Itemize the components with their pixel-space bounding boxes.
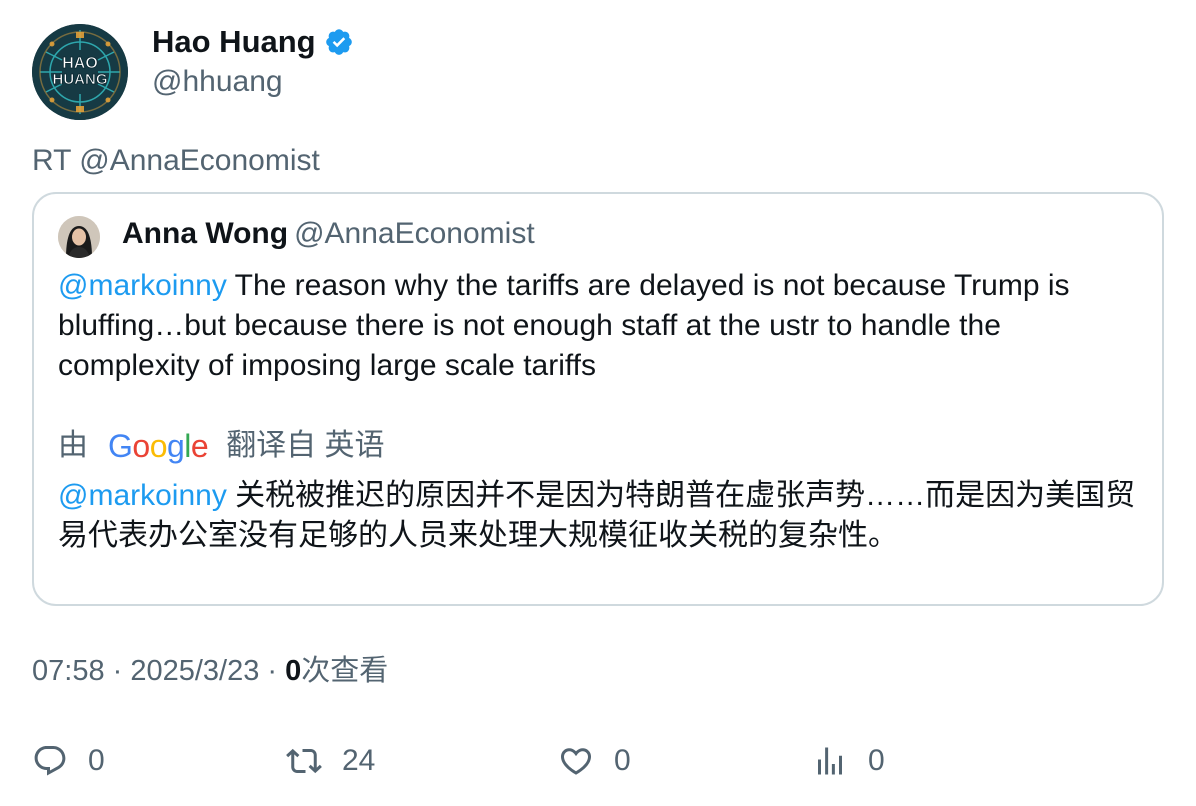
views-action-count: 0	[868, 744, 885, 777]
analytics-icon	[818, 747, 842, 775]
translation-attribution: 由 Google 翻译自 英语	[58, 426, 385, 466]
translated-text: @markoinny 关税被推迟的原因并不是因为特朗普在虚张声势……而是因为美国…	[58, 476, 1148, 556]
quoted-tweet-text: @markoinny The reason why the tariffs ar…	[58, 266, 1148, 386]
retweet-icon	[286, 748, 322, 774]
retweet-text: RT @AnnaEconomist	[32, 144, 320, 177]
author-name-row: Hao Huang	[152, 24, 354, 60]
mention-link[interactable]: @markoinny	[58, 269, 227, 302]
retweet-button[interactable]: 24	[286, 738, 375, 784]
quoted-tweet-card[interactable]: Anna Wong @AnnaEconomist @markoinny The r…	[32, 192, 1164, 606]
avatar-text-line1: HAO	[62, 55, 98, 72]
author-display-name[interactable]: Hao Huang	[152, 24, 316, 60]
quoted-author-name[interactable]: Anna Wong	[122, 217, 288, 250]
avatar-text-line2: HUANG	[53, 71, 108, 88]
quoted-author-avatar[interactable]	[58, 216, 100, 258]
reply-button[interactable]: 0	[32, 738, 105, 784]
like-button[interactable]: 0	[558, 738, 631, 784]
views-button[interactable]: 0	[812, 738, 885, 784]
views-count: 0	[285, 655, 302, 687]
translation-prefix: 由	[58, 429, 88, 462]
translation-suffix: 翻译自 英语	[226, 429, 385, 462]
avatar-graphic: HAO HUANG	[32, 24, 128, 120]
quoted-avatar-graphic	[58, 216, 100, 258]
quoted-tweet-header: Anna Wong @AnnaEconomist	[122, 216, 535, 257]
translated-mention-link[interactable]: @markoinny	[58, 479, 227, 512]
meta-separator: ·	[259, 655, 286, 687]
retweet-count: 24	[342, 744, 376, 777]
verified-badge-icon[interactable]	[324, 27, 354, 57]
meta-separator: ·	[104, 655, 131, 687]
reply-icon	[34, 746, 66, 776]
tweet-time[interactable]: 07:58	[32, 655, 105, 687]
views-label: 次查看	[301, 655, 389, 687]
quoted-author-handle[interactable]: @AnnaEconomist	[294, 217, 535, 250]
tweet-metadata: 07:58 · 2025/3/23 · 0次查看	[32, 652, 388, 690]
action-bar: 0 24 0 0	[32, 738, 1164, 784]
heart-icon	[560, 748, 592, 775]
author-handle[interactable]: @hhuang	[152, 64, 283, 100]
author-avatar[interactable]: HAO HUANG	[32, 24, 128, 120]
reply-count: 0	[88, 744, 105, 777]
tweet-date[interactable]: 2025/3/23	[130, 655, 259, 687]
google-logo: Google	[108, 428, 209, 464]
like-count: 0	[614, 744, 631, 777]
